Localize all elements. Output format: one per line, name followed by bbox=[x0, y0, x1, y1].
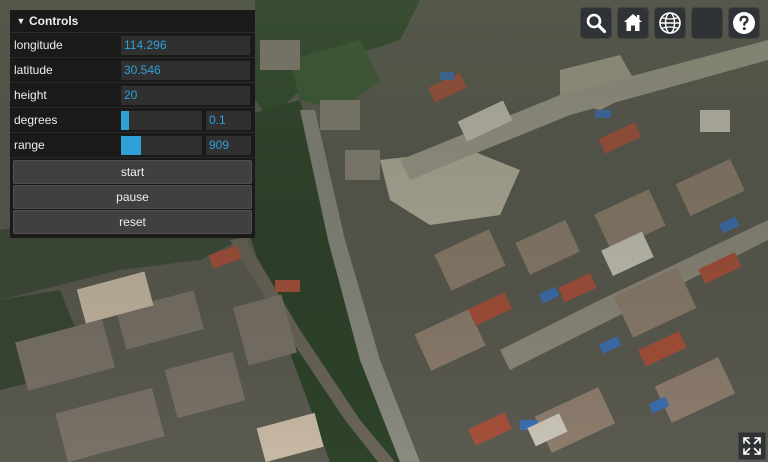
degrees-label: degrees bbox=[14, 113, 58, 127]
controls-panel: ▼ Controls longitude 114.296 latitude 30… bbox=[10, 10, 255, 238]
map-toolbar bbox=[580, 7, 760, 39]
blank-button[interactable] bbox=[691, 7, 723, 39]
home-icon bbox=[624, 14, 642, 31]
degrees-row: degrees 0.1 bbox=[10, 108, 255, 133]
longitude-label: longitude bbox=[14, 38, 63, 52]
help-button[interactable] bbox=[728, 7, 760, 39]
latitude-input[interactable]: 30.546 bbox=[121, 60, 250, 80]
degrees-slider[interactable] bbox=[121, 110, 202, 130]
pause-button[interactable]: pause bbox=[13, 185, 252, 209]
search-button[interactable] bbox=[580, 7, 612, 39]
latitude-row: latitude 30.546 bbox=[10, 58, 255, 83]
range-label: range bbox=[14, 138, 45, 152]
range-slider[interactable] bbox=[121, 135, 202, 155]
longitude-input[interactable]: 114.296 bbox=[121, 35, 250, 55]
controls-panel-header[interactable]: ▼ Controls bbox=[10, 10, 255, 33]
height-row: height 20 bbox=[10, 83, 255, 108]
controls-panel-title: Controls bbox=[29, 14, 79, 28]
fullscreen-button[interactable] bbox=[738, 432, 766, 460]
latitude-label: latitude bbox=[14, 63, 53, 77]
height-input[interactable]: 20 bbox=[121, 85, 250, 105]
globe-icon bbox=[659, 12, 681, 34]
start-button[interactable]: start bbox=[13, 160, 252, 184]
map-viewer[interactable]: ▼ Controls longitude 114.296 latitude 30… bbox=[0, 0, 768, 462]
search-icon bbox=[586, 13, 607, 34]
degrees-value-input[interactable]: 0.1 bbox=[206, 110, 251, 130]
range-value-input[interactable]: 909 bbox=[206, 135, 251, 155]
home-button[interactable] bbox=[617, 7, 649, 39]
degrees-slider-fill bbox=[121, 110, 130, 130]
range-row: range 909 bbox=[10, 133, 255, 158]
fullscreen-icon bbox=[743, 437, 761, 455]
reset-button[interactable]: reset bbox=[13, 210, 252, 234]
height-label: height bbox=[14, 88, 47, 102]
caret-down-icon: ▼ bbox=[16, 16, 26, 26]
scene-mode-button[interactable] bbox=[654, 7, 686, 39]
help-icon bbox=[733, 12, 755, 34]
longitude-row: longitude 114.296 bbox=[10, 33, 255, 58]
range-slider-fill bbox=[121, 135, 142, 155]
